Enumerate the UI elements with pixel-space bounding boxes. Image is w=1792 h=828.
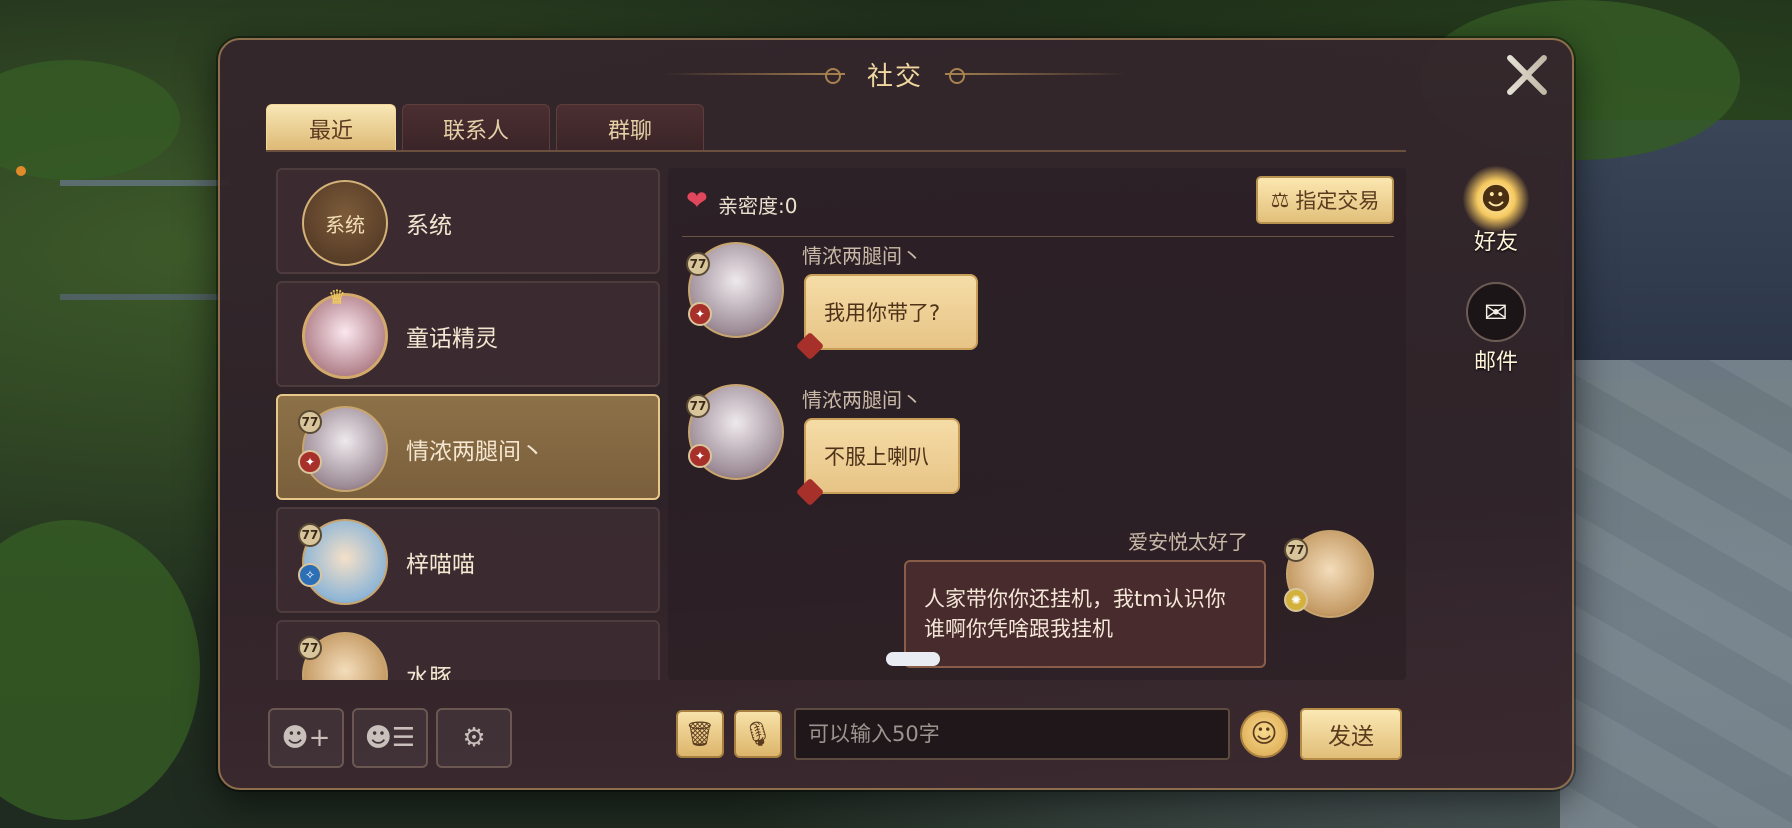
intimacy-label: 亲密度:0	[718, 194, 798, 218]
contact-name: 系统	[406, 213, 452, 239]
title-bar: 社交	[620, 50, 1170, 98]
voice-button[interactable]: 🎙	[734, 710, 782, 758]
message-bubble[interactable]: 不服上喇叭	[804, 418, 960, 494]
fire-element-icon: ✦	[688, 302, 712, 326]
background-floor	[1560, 360, 1792, 828]
contact-item-selected[interactable]: 77 ✦ 情浓两腿间丶	[276, 394, 660, 500]
title-ornament-right	[945, 67, 1125, 84]
side-nav-label: 好友	[1473, 230, 1518, 255]
background-bush	[0, 520, 200, 820]
add-friend-button[interactable]: ☻+	[268, 708, 344, 768]
contact-name: 童话精灵	[406, 326, 498, 352]
fire-element-icon: ✦	[298, 450, 322, 474]
message-text: 人家带你你还挂机，我tm认识你谁啊你凭啥跟我挂机	[924, 587, 1226, 641]
heart-icon: ❤	[686, 186, 708, 216]
gear-icon: ⚙	[462, 723, 486, 753]
level-badge: 77	[298, 636, 322, 660]
level-badge: 77	[1284, 538, 1308, 562]
message-sender: 情浓两腿间丶	[802, 388, 922, 412]
message-sender: 爱安悦太好了	[1128, 530, 1248, 554]
avatar: 系统	[302, 180, 388, 266]
background-dot	[16, 166, 26, 176]
emoji-face-icon: ☺	[1250, 719, 1278, 749]
tab-group-chat[interactable]: 群聊	[556, 104, 704, 152]
cloud-decoration	[886, 652, 940, 666]
trash-icon: 🗑	[684, 720, 716, 748]
water-element-icon: ✧	[298, 563, 322, 587]
message-bubble[interactable]: 我用你带了?	[804, 274, 978, 350]
contact-item-system[interactable]: 系统 系统	[276, 168, 660, 274]
level-badge: 77	[686, 252, 710, 276]
friend-avatar-icon: ☻	[1463, 166, 1529, 232]
contact-item-fairy[interactable]: ♛ 童话精灵	[276, 281, 660, 387]
level-badge: 77	[298, 523, 322, 547]
my-message-bubble[interactable]: 人家带你你还挂机，我tm认识你谁啊你凭啥跟我挂机	[904, 560, 1266, 668]
level-badge: 77	[686, 394, 710, 418]
contact-item[interactable]: 77 ✧ 梓喵喵	[276, 507, 660, 613]
side-nav-friends[interactable]: ☻ 好友	[1456, 166, 1536, 256]
delete-button[interactable]: 🗑	[676, 710, 724, 758]
scale-icon: ⚖	[1270, 188, 1290, 212]
title-ornament-left	[664, 67, 845, 84]
message-sender: 情浓两腿间丶	[802, 244, 922, 268]
light-element-icon: ✺	[1284, 588, 1308, 612]
message-text: 不服上喇叭	[824, 445, 929, 469]
contact-name: 情浓两腿间丶	[406, 439, 544, 465]
tab-recent[interactable]: 最近	[266, 104, 396, 152]
crown-icon: ♛	[328, 285, 346, 309]
trade-label: 指定交易	[1295, 189, 1380, 213]
panel-title: 社交	[866, 61, 923, 92]
friend-list-button[interactable]: ☻☰	[352, 708, 428, 768]
tab-divider	[266, 150, 1406, 152]
chat-divider	[682, 236, 1394, 237]
recent-contact-list[interactable]: 系统 系统 ♛ 童话精灵 77 ✦ 情浓两腿间丶 77 ✧ 梓喵喵 77 水豚	[276, 168, 662, 680]
side-nav-mail[interactable]: ✉ 邮件	[1456, 282, 1536, 376]
tab-contacts[interactable]: 联系人	[402, 104, 550, 152]
microphone-icon: 🎙	[742, 720, 774, 748]
chat-input[interactable]	[794, 708, 1230, 760]
background-bush	[0, 60, 180, 180]
emoji-button[interactable]: ☺	[1240, 710, 1288, 758]
contact-name: 梓喵喵	[406, 552, 475, 578]
fire-element-icon: ✦	[688, 444, 712, 468]
side-nav-label: 邮件	[1473, 350, 1518, 375]
contact-item[interactable]: 77 水豚	[276, 620, 660, 680]
level-badge: 77	[298, 410, 322, 434]
close-button[interactable]	[1502, 50, 1552, 100]
contact-name: 水豚	[406, 665, 452, 680]
send-button[interactable]: 发送	[1300, 708, 1402, 760]
background-railing	[60, 180, 230, 300]
designated-trade-button[interactable]: ⚖ 指定交易	[1256, 176, 1394, 224]
friend-list-icon: ☻☰	[364, 723, 416, 753]
add-friend-icon: ☻+	[281, 723, 331, 753]
settings-button[interactable]: ⚙	[436, 708, 512, 768]
mail-feather-icon: ✉	[1466, 282, 1526, 342]
message-text: 我用你带了?	[824, 301, 941, 325]
tab-bar: 最近 联系人 群聊	[266, 104, 704, 152]
avatar-label: 系统	[325, 212, 365, 237]
